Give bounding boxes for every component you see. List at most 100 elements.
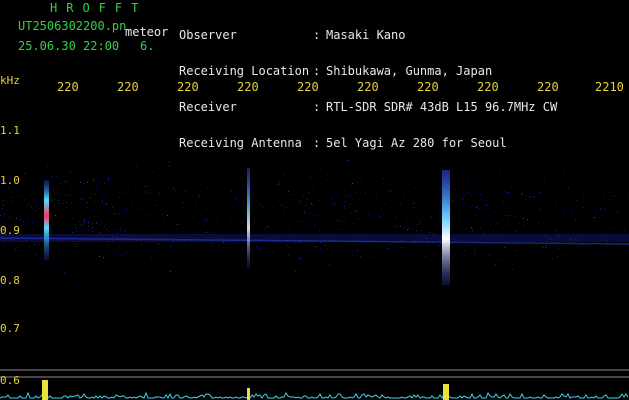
noise-dot — [352, 183, 353, 184]
noise-dot — [488, 256, 489, 257]
noise-dot — [609, 228, 610, 229]
noise-dot — [49, 205, 50, 206]
noise-dot — [382, 270, 383, 271]
observer-value: Masaki Kano — [326, 28, 406, 42]
noise-dot — [413, 243, 414, 244]
noise-dot — [64, 272, 65, 273]
noise-dot — [301, 230, 302, 231]
noise-dot — [455, 189, 456, 190]
frequency-tick-label: 1.0 — [0, 174, 20, 187]
noise-dot — [114, 252, 115, 253]
noise-dot — [507, 220, 508, 221]
noise-dot — [571, 204, 572, 205]
noise-dot — [3, 205, 4, 206]
noise-dot — [506, 192, 507, 193]
noise-dot — [575, 220, 576, 221]
noise-dot — [213, 195, 214, 196]
noise-dot — [404, 227, 405, 228]
noise-dot — [313, 205, 314, 206]
noise-dot — [118, 232, 119, 233]
noise-dot — [184, 245, 185, 246]
noise-dot — [396, 227, 397, 228]
noise-dot — [17, 247, 18, 248]
noise-dot — [90, 208, 91, 209]
noise-dot — [4, 214, 5, 215]
noise-dot — [349, 176, 350, 177]
noise-dot — [238, 200, 239, 201]
noise-dot — [502, 260, 503, 261]
frequency-tick-label: 0.8 — [0, 274, 20, 287]
noise-dot — [80, 225, 81, 226]
noise-dot — [396, 225, 397, 226]
noise-dot — [368, 214, 369, 215]
noise-dot — [457, 194, 458, 195]
noise-dot — [527, 187, 528, 188]
amplitude-peak-1 — [42, 380, 48, 400]
noise-dot — [19, 250, 20, 251]
noise-dot — [403, 193, 404, 194]
noise-dot — [96, 178, 97, 179]
noise-dot — [413, 187, 414, 188]
noise-dot — [523, 218, 524, 219]
observer-label: Observer — [179, 28, 237, 42]
noise-dot — [332, 233, 333, 234]
noise-dot — [377, 195, 378, 196]
noise-dot — [207, 188, 208, 189]
noise-dot — [191, 221, 192, 222]
noise-dot — [99, 232, 100, 233]
noise-dot — [618, 206, 619, 207]
noise-dot — [69, 195, 70, 196]
noise-dot — [480, 227, 481, 228]
noise-dot — [376, 188, 377, 189]
noise-dot — [325, 245, 326, 246]
noise-dot — [497, 223, 498, 224]
noise-dot — [82, 206, 83, 207]
noise-dot — [356, 192, 357, 193]
noise-dot — [499, 173, 500, 174]
noise-dot — [142, 210, 143, 211]
noise-dot — [7, 201, 8, 202]
noise-dot — [126, 208, 127, 209]
noise-dot — [425, 199, 426, 200]
noise-dot — [109, 188, 110, 189]
noise-dot — [93, 248, 94, 249]
noise-dot — [93, 180, 94, 181]
noise-dot — [478, 208, 479, 209]
noise-dot — [296, 211, 297, 212]
noise-dot — [193, 217, 194, 218]
noise-dot — [539, 222, 540, 223]
noise-dot — [29, 246, 30, 247]
noise-dot — [618, 223, 619, 224]
noise-dot — [196, 201, 197, 202]
noise-dot — [84, 219, 85, 220]
noise-dot — [39, 244, 40, 245]
noise-dot — [72, 227, 73, 228]
noise-dot — [43, 209, 44, 210]
noise-dot — [498, 259, 499, 260]
noise-dot — [486, 205, 487, 206]
noise-dot — [313, 186, 314, 187]
noise-dot — [308, 213, 309, 214]
noise-dot — [11, 201, 12, 202]
noise-dot — [96, 228, 97, 229]
noise-dot — [472, 230, 473, 231]
noise-dot — [474, 254, 475, 255]
noise-dot — [490, 164, 491, 165]
noise-dot — [145, 192, 146, 193]
noise-dot — [494, 212, 495, 213]
noise-dot — [627, 199, 628, 200]
noise-dot — [69, 243, 70, 244]
noise-dot — [535, 221, 536, 222]
noise-dot — [150, 231, 151, 232]
noise-dot — [371, 201, 372, 202]
noise-dot — [65, 194, 66, 195]
noise-dot — [175, 190, 176, 191]
noise-dot — [476, 207, 477, 208]
noise-dot — [78, 257, 79, 258]
noise-dot — [428, 195, 429, 196]
noise-dot — [521, 194, 522, 195]
noise-dot — [583, 207, 584, 208]
noise-dot — [250, 250, 251, 251]
noise-dot — [464, 250, 465, 251]
noise-dot — [527, 253, 528, 254]
